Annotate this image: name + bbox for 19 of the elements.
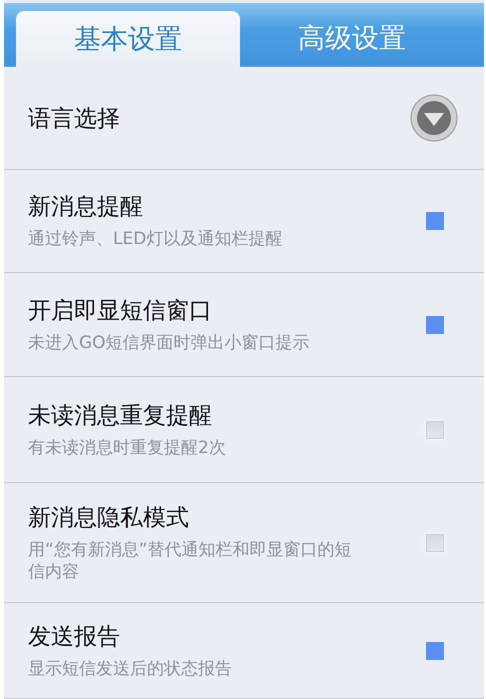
setting-title: 新消息提醒 [28, 193, 144, 222]
setting-summary: 用“您有新消息”替代通知栏和即显窗口的短信内容 [28, 538, 353, 584]
setting-summary: 显示短信发送后的状态报告 [28, 658, 232, 680]
setting-title: 发送报告 [28, 622, 121, 652]
setting-title: 语言选择 [28, 104, 120, 134]
checkbox[interactable] [426, 316, 444, 334]
checkbox[interactable] [426, 212, 444, 230]
checkbox[interactable] [426, 642, 444, 660]
setting-title: 未读消息重复提醒 [28, 402, 213, 431]
setting-summary: 通过铃声、LED灯以及通知栏提醒 [28, 228, 282, 251]
setting-summary: 有未读消息时重复提醒2次 [28, 436, 226, 460]
dropdown-icon[interactable] [410, 94, 458, 142]
checkbox[interactable] [426, 420, 444, 438]
checkbox[interactable] [426, 534, 444, 552]
setting-title: 开启即显短信窗口 [28, 296, 213, 326]
setting-title: 新消息隐私模式 [28, 504, 190, 533]
setting-summary: 未进入GO短信界面时弹出小窗口提示 [28, 332, 310, 354]
tab[interactable]: 高级设置 [240, 10, 464, 66]
tab[interactable]: 基本设置 [16, 11, 240, 67]
